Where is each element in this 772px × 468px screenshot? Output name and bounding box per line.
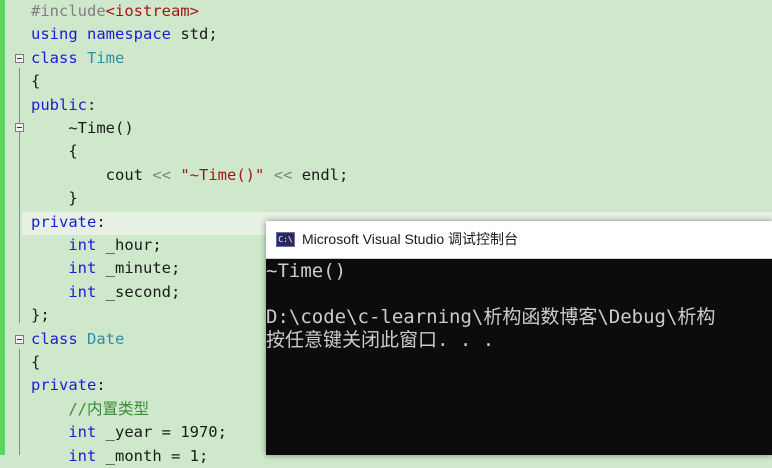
code-line[interactable]: using namespace std;: [31, 23, 218, 46]
code-token: :: [96, 212, 106, 231]
code-line[interactable]: int _minute;: [31, 257, 180, 280]
code-line[interactable]: {: [31, 140, 78, 163]
code-token: <<: [273, 165, 293, 184]
code-line[interactable]: //内置类型: [31, 398, 149, 421]
console-titlebar[interactable]: C:\ Microsoft Visual Studio 调试控制台: [266, 221, 772, 259]
outline-guide-destructor: [19, 137, 20, 207]
code-token: int: [68, 423, 97, 442]
code-line[interactable]: {: [31, 351, 40, 374]
code-line[interactable]: class Time: [31, 47, 124, 70]
code-line[interactable]: }: [31, 187, 78, 210]
code-line[interactable]: public:: [31, 94, 96, 117]
code-token: ~Time(): [31, 119, 134, 137]
code-token: <iostream>: [105, 2, 199, 20]
code-token: "~Time()": [180, 165, 265, 184]
code-line[interactable]: int _second;: [31, 281, 180, 304]
code-line[interactable]: {: [31, 70, 40, 93]
code-token: _minute;: [96, 259, 181, 278]
code-line[interactable]: int _hour;: [31, 234, 162, 257]
code-token: namespace: [87, 25, 172, 44]
console-output-line: ~Time(): [266, 260, 347, 282]
code-token: {: [31, 72, 41, 91]
code-line[interactable]: cout << "~Time()" << endl;: [31, 164, 349, 187]
console-output-line: D:\code\c-learning\析构函数博客\Debug\析构: [266, 306, 716, 328]
outline-guide-class-date: [19, 349, 20, 455]
collapse-toggle-class-date[interactable]: [15, 335, 24, 344]
code-token: {: [31, 142, 78, 161]
code-token: int: [68, 282, 97, 301]
debug-console-window[interactable]: C:\ Microsoft Visual Studio 调试控制台 ~Time(…: [266, 221, 772, 455]
code-token: }: [31, 189, 78, 208]
code-line[interactable]: ~Time(): [31, 117, 134, 140]
console-app-icon: C:\: [276, 232, 295, 247]
code-token: class: [31, 48, 78, 67]
code-token: :: [87, 95, 97, 114]
code-token: std;: [171, 25, 218, 44]
code-token: using: [31, 25, 78, 44]
code-token: cout: [31, 165, 153, 184]
code-token: };: [31, 306, 50, 325]
code-token: //内置类型: [68, 399, 149, 418]
code-line[interactable]: #include<iostream>: [31, 0, 199, 23]
code-token: {: [31, 353, 41, 371]
code-token: int: [68, 446, 97, 465]
code-token: _year = 1970;: [96, 423, 227, 442]
code-token: private: [31, 376, 97, 395]
code-token: private: [31, 212, 97, 231]
code-line[interactable]: class Date: [31, 328, 124, 351]
change-tracking-bar: [0, 0, 5, 455]
code-line[interactable]: };: [31, 304, 50, 327]
collapse-toggle-class-time[interactable]: [15, 54, 24, 63]
code-line[interactable]: private:: [31, 374, 106, 397]
code-token: int: [68, 236, 97, 254]
code-line[interactable]: int _month = 1;: [31, 445, 208, 468]
code-token: class: [31, 329, 78, 348]
code-token: <<: [152, 165, 171, 184]
collapse-toggle-destructor[interactable]: [15, 123, 24, 132]
console-output-line: 按任意键关闭此窗口. . .: [266, 329, 495, 351]
code-token: public: [31, 95, 87, 114]
code-token: Time: [87, 48, 125, 67]
code-token: :: [96, 376, 106, 395]
code-token: #include: [31, 2, 106, 20]
code-line[interactable]: int _year = 1970;: [31, 421, 227, 444]
code-line[interactable]: private:: [31, 211, 106, 234]
code-token: _hour;: [96, 236, 162, 254]
code-token: endl;: [292, 165, 349, 184]
code-token: Date: [87, 329, 125, 348]
code-token: _second;: [96, 282, 181, 301]
console-title: Microsoft Visual Studio 调试控制台: [302, 231, 519, 247]
code-token: _month = 1;: [96, 446, 209, 465]
code-token: int: [68, 259, 97, 278]
